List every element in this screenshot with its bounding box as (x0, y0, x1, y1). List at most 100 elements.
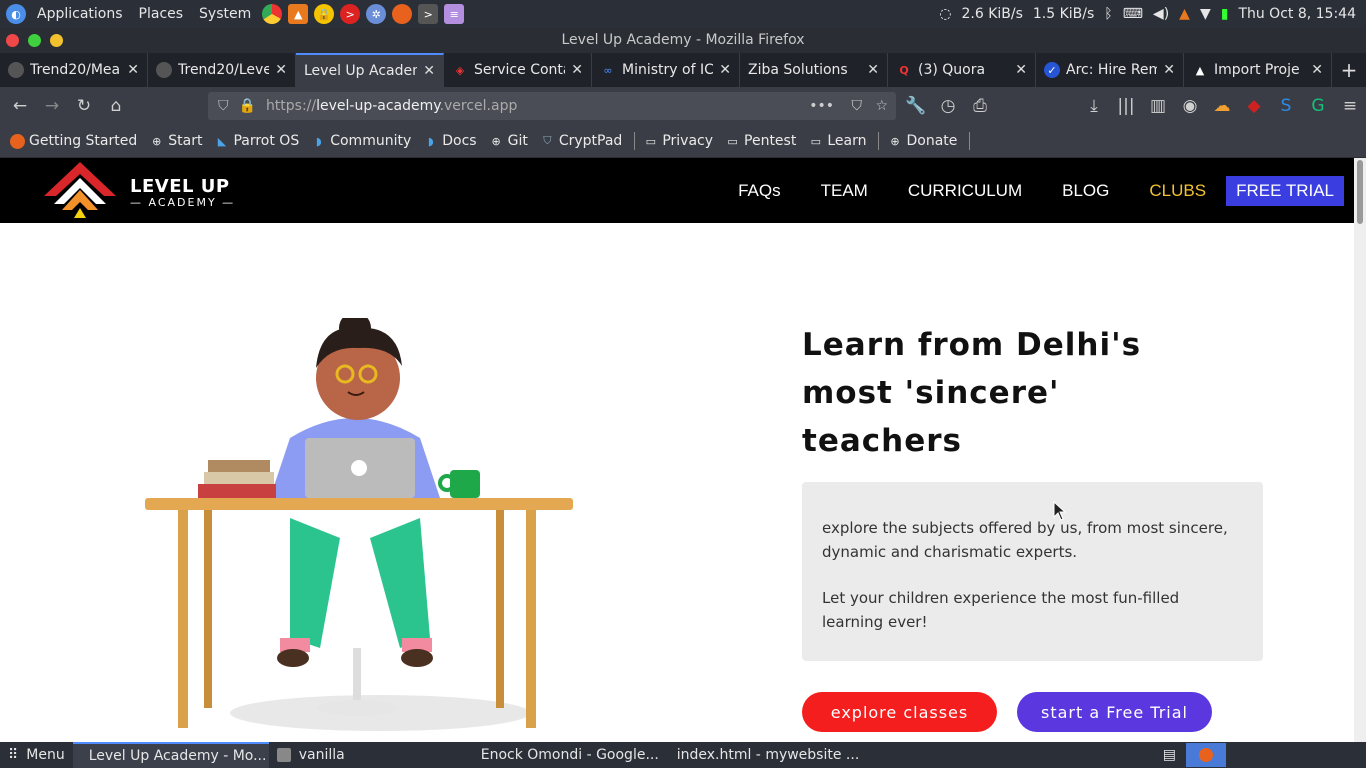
logo-main-text[interactable]: LEVEL UP (130, 176, 230, 197)
extension-notifications-icon[interactable]: ☁ (1206, 90, 1238, 122)
bookmark-folder-learn[interactable]: ▭ Learn (808, 133, 867, 149)
volume-icon[interactable]: ◀) (1153, 6, 1169, 22)
library-icon[interactable]: ||| (1110, 90, 1142, 122)
close-tab-icon[interactable]: ✕ (1015, 62, 1027, 78)
student-at-desk-illustration (145, 318, 573, 731)
bookmark-label: Learn (827, 133, 867, 149)
lock-icon[interactable]: 🔒 (239, 98, 256, 114)
parrot-logo-icon[interactable]: ◐ (6, 4, 26, 24)
nav-faqs-link[interactable]: FAQs (738, 181, 781, 201)
close-tab-icon[interactable]: ✕ (1163, 62, 1175, 78)
tray-display-icon[interactable]: ▤ (1163, 747, 1176, 763)
page-actions-icon[interactable]: ••• (809, 98, 834, 114)
scrollbar-thumb[interactable] (1357, 160, 1363, 224)
nav-blog-link[interactable]: BLOG (1062, 181, 1109, 201)
close-tab-icon[interactable]: ✕ (719, 62, 731, 78)
bookmark-docs[interactable]: ◗ Docs (423, 133, 477, 149)
nav-free-trial-button[interactable]: FREE TRIAL (1226, 175, 1344, 206)
back-icon[interactable]: ← (4, 90, 36, 122)
net-up-speed: 1.5 KiB/s (1032, 6, 1095, 22)
settings-launcher-icon[interactable]: ✲ (366, 4, 387, 24)
url-text[interactable]: https://level-up-academy.vercel.app (266, 98, 517, 114)
clock[interactable]: Thu Oct 8, 15:44 (1238, 6, 1356, 22)
maximize-window-button[interactable] (28, 34, 41, 47)
bookmark-label: Community (330, 133, 412, 149)
page-scrollbar[interactable] (1354, 158, 1366, 742)
grammarly-icon[interactable]: G (1302, 90, 1334, 122)
tab-trend20-mea[interactable]: Trend20/Mea ✕ (0, 53, 148, 87)
explore-classes-button[interactable]: explore classes (802, 692, 997, 732)
chrome-launcher-icon[interactable] (262, 4, 283, 24)
system-menu[interactable]: System (191, 6, 259, 22)
tab-import-project[interactable]: ▲ Import Proje ✕ (1184, 53, 1332, 87)
bookmark-folder-privacy[interactable]: ▭ Privacy (643, 133, 713, 149)
terminal-red-launcher-icon[interactable]: > (340, 4, 361, 24)
tab-trend20-leve[interactable]: Trend20/Leve ✕ (148, 53, 296, 87)
bookmark-donate[interactable]: ⊕ Donate (887, 133, 957, 149)
tab-ziba-solutions[interactable]: Ziba Solutions ✕ (740, 53, 888, 87)
nav-team-link[interactable]: TEAM (821, 181, 868, 201)
close-tab-icon[interactable]: ✕ (1311, 62, 1323, 78)
tracking-shield-icon[interactable]: ⛉ (218, 98, 229, 114)
taskbar-item-firefox[interactable]: Level Up Academy - Mo... (72, 742, 269, 768)
tab-service-conta[interactable]: ◈ Service Conta ✕ (444, 53, 592, 87)
downloads-icon[interactable]: ⤓ (1078, 90, 1110, 122)
tray-firefox-icon[interactable] (1186, 743, 1226, 767)
close-tab-icon[interactable]: ✕ (423, 63, 435, 79)
text-editor-launcher-icon[interactable]: ≡ (444, 4, 465, 24)
ublock-icon[interactable]: ◆ (1238, 90, 1270, 122)
tab-ministry[interactable]: ∞ Ministry of IC ✕ (592, 53, 740, 87)
level-up-logo-icon[interactable] (40, 160, 120, 222)
taskbar-menu-button[interactable]: ⠿ Menu (0, 742, 73, 768)
firefox-icon (10, 133, 25, 149)
url-bar[interactable]: ⛉ 🔒 https://level-up-academy.vercel.app … (208, 92, 896, 120)
forward-icon[interactable]: → (36, 90, 68, 122)
vlc-launcher-icon[interactable]: ▲ (288, 4, 309, 24)
sidebar-icon[interactable]: ▥ (1142, 90, 1174, 122)
battery-icon[interactable]: ▮ (1221, 6, 1229, 22)
vlc-tray-icon[interactable]: ▲ (1179, 6, 1190, 22)
nav-clubs-link[interactable]: CLUBS (1149, 181, 1206, 201)
bookmark-git[interactable]: ⊕ Git (489, 133, 527, 149)
bookmark-star-icon[interactable]: ☆ (875, 98, 888, 114)
bookmark-folder-pentest[interactable]: ▭ Pentest (725, 133, 796, 149)
bookmark-start[interactable]: ⊕ Start (149, 133, 202, 149)
close-tab-icon[interactable]: ✕ (571, 62, 583, 78)
tab-arc[interactable]: ✓ Arc: Hire Rem ✕ (1036, 53, 1184, 87)
close-window-button[interactable] (6, 34, 19, 47)
keyboard-icon[interactable]: ⌨ (1123, 6, 1143, 22)
close-tab-icon[interactable]: ✕ (867, 62, 879, 78)
account-icon[interactable]: ◉ (1174, 90, 1206, 122)
terminal-launcher-icon[interactable]: > (418, 4, 439, 24)
bookmark-cryptpad[interactable]: ⛉ CryptPad (540, 133, 622, 149)
skype-icon[interactable]: S (1270, 90, 1302, 122)
intro-paragraph-2: Let your children experience the most fu… (822, 589, 1180, 631)
bookmark-getting-started[interactable]: Getting Started (10, 133, 137, 149)
minimize-window-button[interactable] (50, 34, 63, 47)
lock-launcher-icon[interactable]: 🔒 (314, 4, 335, 24)
new-tab-button[interactable]: + (1332, 53, 1366, 87)
hamburger-menu-icon[interactable]: ≡ (1334, 90, 1366, 122)
places-menu[interactable]: Places (131, 6, 192, 22)
bookmark-parrot-os[interactable]: ◣ Parrot OS (214, 133, 300, 149)
wrench-icon[interactable]: 🔧 (900, 90, 932, 122)
close-tab-icon[interactable]: ✕ (275, 62, 287, 78)
bluetooth-icon[interactable]: ᛒ (1104, 6, 1112, 22)
tab-level-up-academy[interactable]: Level Up Academ ✕ (296, 53, 444, 87)
reload-icon[interactable]: ↻ (68, 90, 100, 122)
pocket-icon[interactable]: ⛉ (852, 98, 863, 114)
bookmark-community[interactable]: ◗ Community (311, 133, 411, 149)
tab-quora[interactable]: Q (3) Quora ✕ (888, 53, 1036, 87)
taskbar-item-vanilla[interactable]: vanilla (269, 742, 465, 768)
start-free-trial-button[interactable]: start a Free Trial (1017, 692, 1212, 732)
taskbar-item-chrome[interactable]: Enock Omondi - Google... (465, 742, 661, 768)
history-icon[interactable]: ◷ (932, 90, 964, 122)
taskbar-item-vscode[interactable]: index.html - mywebsite ... (661, 742, 860, 768)
home-icon[interactable]: ⌂ (100, 90, 132, 122)
applications-menu[interactable]: Applications (29, 6, 131, 22)
firefox-launcher-icon[interactable] (392, 4, 413, 24)
close-tab-icon[interactable]: ✕ (127, 62, 139, 78)
wifi-icon[interactable]: ▼ (1200, 6, 1211, 22)
print-icon[interactable]: ⎙ (964, 90, 996, 122)
nav-curriculum-link[interactable]: CURRICULUM (908, 181, 1022, 201)
